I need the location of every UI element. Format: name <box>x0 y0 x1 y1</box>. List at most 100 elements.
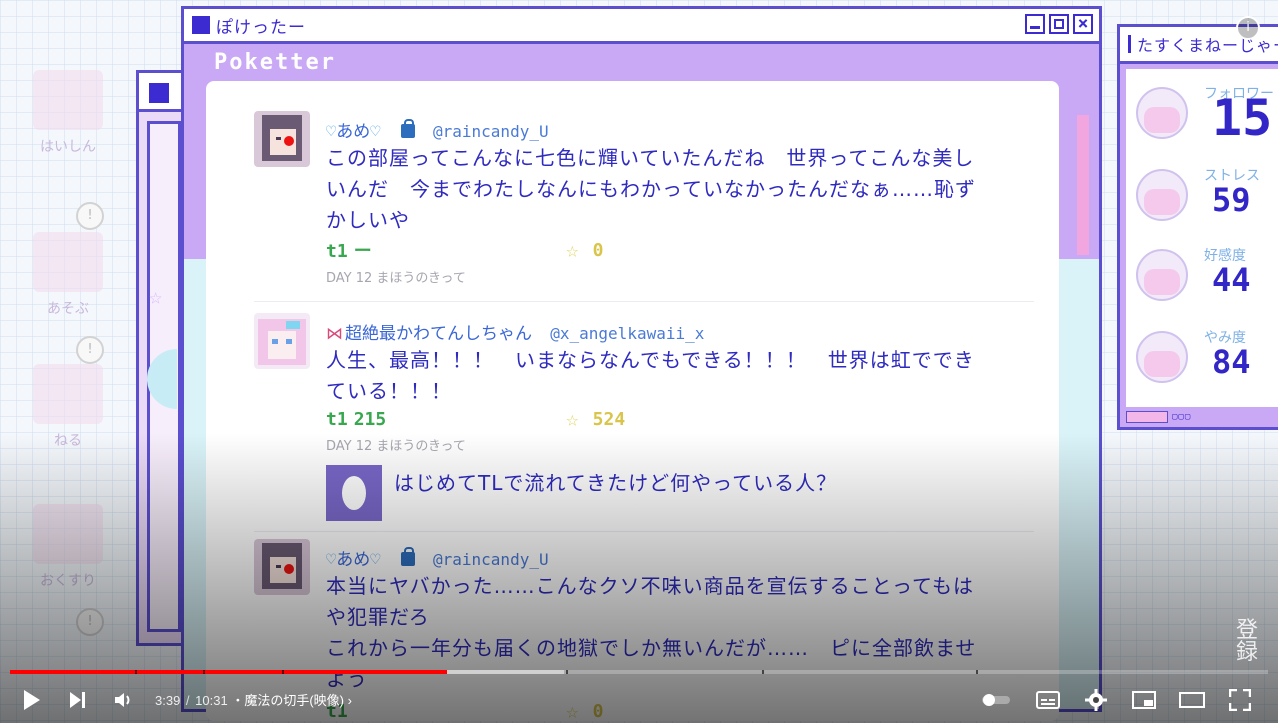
sleep-icon <box>33 364 103 424</box>
lock-icon <box>400 547 415 566</box>
info-icon[interactable]: i <box>1236 16 1260 40</box>
user-handle[interactable]: @raincandy_U <box>433 122 549 141</box>
chapter-marker <box>135 670 137 674</box>
post-header: ⋈ 超絶最かわてんしちゃん @x_angelkawaii_x <box>326 319 704 344</box>
chapter-title[interactable]: ・魔法の切手(映像) <box>231 693 352 708</box>
window-square-icon <box>149 83 169 103</box>
alert-badge-icon: ! <box>76 608 104 636</box>
chapter-marker <box>976 670 978 674</box>
menu-item-sleep[interactable]: ねる <box>18 364 118 450</box>
reply[interactable]: はじめてTLで流れてきたけど何やっている人？ <box>326 465 886 521</box>
heart-icon: ♡ <box>326 122 337 142</box>
app-header: Poketter <box>184 44 1099 82</box>
stat-value: 59 <box>1212 181 1251 219</box>
menu-item-play[interactable]: あそぶ <box>18 232 118 318</box>
stream-icon <box>33 70 103 130</box>
theater-icon <box>1179 692 1205 708</box>
avatar[interactable] <box>254 111 310 167</box>
stat-value: 15 <box>1212 89 1273 147</box>
menu-item-label: ねる <box>54 433 82 449</box>
app-name: Poketter <box>214 50 336 75</box>
affection-face-icon <box>1136 249 1188 301</box>
display-name[interactable]: 超絶最かわてんしちゃん <box>345 324 532 344</box>
favorite-count: 524 <box>592 408 626 430</box>
window-title: ぽけったー <box>216 17 306 38</box>
next-button[interactable] <box>62 686 94 714</box>
retweet-button[interactable]: t1 ー <box>326 237 566 263</box>
heart-icon: ♡ <box>326 550 337 570</box>
user-handle[interactable]: @raincandy_U <box>433 550 549 569</box>
progress-played <box>10 670 447 674</box>
close-button[interactable]: × <box>1073 14 1093 34</box>
menu-item-label: あそぶ <box>47 301 89 317</box>
post-text: この部屋ってこんなに七色に輝いていたんだね 世界ってこんな美し いんだ 今までわ… <box>326 143 1031 236</box>
favorite-count: 0 <box>592 239 604 261</box>
retweet-icon: t1 <box>326 241 348 262</box>
display-name[interactable]: あめ <box>336 122 370 142</box>
menu-item-medicine[interactable]: おくすり <box>18 504 118 590</box>
duration: 10:31 <box>195 693 228 708</box>
retweet-button[interactable]: t1 215 <box>326 409 566 430</box>
progress-bar[interactable] <box>10 670 1268 674</box>
subtitles-button[interactable] <box>1032 686 1064 714</box>
current-time: 3:39 <box>155 693 181 708</box>
fullscreen-button[interactable] <box>1224 686 1256 714</box>
favorite-star-icon[interactable]: ☆ <box>566 407 579 431</box>
ribbon-icon: ⋈ <box>326 324 343 344</box>
avatar[interactable] <box>254 539 310 595</box>
post-line: いんだ 今までわたしなんにもわかっていなかったんだなぁ……恥ず <box>326 177 976 201</box>
avatar[interactable] <box>254 313 310 369</box>
followers-face-icon <box>1136 87 1188 139</box>
retweet-count: 215 <box>353 408 387 430</box>
autoplay-toggle-icon <box>982 694 1010 706</box>
alert-badge-icon: ! <box>76 202 104 230</box>
minimize-button[interactable] <box>1025 14 1045 34</box>
post-actions: t1 ー ☆ 0 <box>326 237 604 263</box>
footer-bar <box>1126 411 1168 423</box>
task-manager-window: たすくまねーじゃー フォロワー 15 ストレス 59 好感度 44 やみ度 84… <box>1117 24 1278 430</box>
miniplayer-icon <box>1132 691 1156 709</box>
watermark[interactable]: 登録 <box>1232 620 1262 664</box>
post-line: かしいや <box>326 208 410 232</box>
menu-item-stream[interactable]: はいしん <box>18 70 118 156</box>
alert-badge-icon: ! <box>76 336 104 364</box>
post-header: ♡あめ♡ @raincandy_U <box>326 117 549 142</box>
reply-text: はじめてTLで流れてきたけど何やっている人？ <box>394 471 838 495</box>
divider <box>254 531 1034 532</box>
subtitles-icon <box>1036 691 1060 709</box>
timeline-feed: ♡あめ♡ @raincandy_U この部屋ってこんなに七色に輝いていたんだね … <box>206 81 1059 721</box>
miniplayer-button[interactable] <box>1128 686 1160 714</box>
settings-button[interactable] <box>1080 686 1112 714</box>
window-title-bar[interactable]: ぽけったー × <box>184 9 1099 44</box>
window-controls: × <box>1025 14 1093 34</box>
maximize-button[interactable] <box>1049 14 1069 34</box>
chapter-marker <box>203 670 205 674</box>
volume-button[interactable] <box>108 686 140 714</box>
play-icon <box>24 690 40 710</box>
favorite-star-icon[interactable]: ☆ <box>566 238 579 262</box>
stat-followers: フォロワー 15 <box>1126 79 1278 149</box>
heart-icon: ♡ <box>370 550 381 570</box>
chapter-marker <box>282 670 284 674</box>
theater-mode-button[interactable] <box>1176 686 1208 714</box>
stats-panel: フォロワー 15 ストレス 59 好感度 44 やみ度 84 <box>1126 69 1278 407</box>
stat-darkness: やみ度 84 <box>1126 323 1278 393</box>
autoplay-toggle[interactable] <box>980 686 1012 714</box>
display-name[interactable]: あめ <box>336 550 370 570</box>
user-handle[interactable]: @x_angelkawaii_x <box>550 324 704 343</box>
post-header: ♡あめ♡ @raincandy_U <box>326 545 549 570</box>
post-text: 人生、最高！！！ いまならなんでもできる！！！ 世界は虹ででき ている！！！ <box>326 345 1031 407</box>
window-square-icon <box>1128 35 1131 53</box>
default-avatar-icon <box>326 465 382 521</box>
play-button[interactable] <box>16 686 48 714</box>
retweet-icon: t1 <box>326 408 348 430</box>
lock-icon <box>400 119 415 138</box>
volume-icon <box>115 693 130 707</box>
footer-dots-icon: ▢▢▢ <box>1172 412 1192 422</box>
feed-scrollbar[interactable] <box>1077 115 1089 255</box>
stat-value: 84 <box>1212 343 1251 381</box>
time-display: 3:39 / 10:31 ・魔法の切手(映像) <box>155 690 352 709</box>
stat-value: 44 <box>1212 261 1251 299</box>
poketter-window: ぽけったー × Poketter ♡あめ♡ @raincandy_U この部屋っ… <box>181 6 1102 721</box>
player-controls: 3:39 / 10:31 ・魔法の切手(映像) <box>0 680 1278 720</box>
